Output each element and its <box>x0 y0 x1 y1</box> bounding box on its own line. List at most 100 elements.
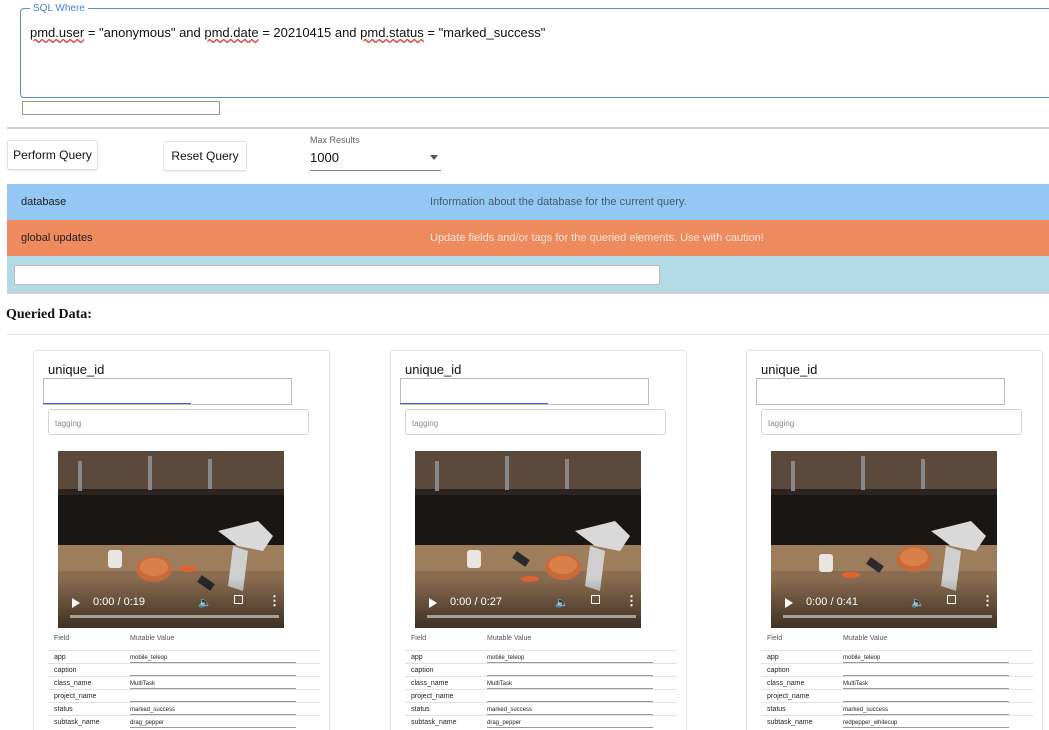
sql-where-field[interactable] <box>20 8 1049 98</box>
table-header: Field Mutable Value <box>405 635 677 650</box>
field-name: subtask_name <box>767 719 813 726</box>
video-progress-bar[interactable] <box>783 615 992 618</box>
field-value-input[interactable] <box>487 694 653 702</box>
table-row: subtask_name drag_pepper <box>405 715 677 728</box>
field-value-input[interactable] <box>130 694 296 702</box>
input-underline <box>43 403 191 404</box>
unique-id-label: unique_id <box>48 362 105 377</box>
field-value-input[interactable]: MultiTask <box>130 681 296 689</box>
video-progress-bar[interactable] <box>427 615 636 618</box>
unique-id-label: unique_id <box>405 362 462 377</box>
field-header: Field <box>411 635 427 642</box>
unique-id-input[interactable] <box>756 378 1005 405</box>
play-icon[interactable] <box>429 598 437 608</box>
tagging-input[interactable]: tagging <box>405 409 666 435</box>
secondary-input[interactable] <box>22 101 220 115</box>
more-vertical-icon[interactable]: ⋮ <box>268 593 281 609</box>
unique-id-input[interactable] <box>400 378 649 405</box>
table-row: subtask_name drag_pepper <box>48 715 320 728</box>
tagging-input[interactable]: tagging <box>48 409 309 435</box>
video-player[interactable]: 0:00 / 0:41 🔈 ⋮ <box>771 451 997 628</box>
field-name: subtask_name <box>411 719 457 726</box>
video-player[interactable]: 0:00 / 0:27 🔈 ⋮ <box>415 451 641 628</box>
volume-icon[interactable]: 🔈 <box>911 596 925 609</box>
table-row: subtask_name redpepper_whitecup <box>761 715 1033 728</box>
field-value-input[interactable]: marked_success <box>487 707 653 715</box>
mutable-value-header: Mutable Value <box>487 635 532 642</box>
sql-token: = "marked_success" <box>423 25 546 40</box>
global-updates-panel-title: global updates <box>21 232 93 244</box>
table-row: caption <box>761 663 1033 676</box>
table-row: status marked_success <box>405 702 677 715</box>
field-name: caption <box>54 667 77 674</box>
max-results-value: 1000 <box>310 150 339 165</box>
field-value-input[interactable] <box>130 668 296 676</box>
field-value-input[interactable]: mobile_teleop <box>487 655 653 663</box>
field-value-input[interactable]: MultiTask <box>487 681 653 689</box>
more-vertical-icon[interactable]: ⋮ <box>625 593 638 609</box>
field-value-input[interactable] <box>843 668 1009 676</box>
video-progress-bar[interactable] <box>70 615 279 618</box>
sql-where-legend: SQL Where <box>30 3 88 14</box>
field-value-input[interactable]: redpepper_whitecup <box>843 720 1009 728</box>
field-header: Field <box>54 635 70 642</box>
global-updates-panel-header[interactable]: global updates Update fields and/or tags… <box>7 220 1049 256</box>
fullscreen-icon[interactable] <box>234 595 243 604</box>
unique-id-input[interactable] <box>43 378 292 405</box>
pepper-object <box>179 566 197 572</box>
field-header: Field <box>767 635 783 642</box>
global-updates-panel-body <box>7 256 1049 292</box>
video-player[interactable]: 0:00 / 0:19 🔈 ⋮ <box>58 451 284 628</box>
chevron-down-icon <box>430 155 438 160</box>
reset-query-button[interactable]: Reset Query <box>163 141 247 171</box>
unique-id-label: unique_id <box>761 362 818 377</box>
video-time: 0:00 / 0:41 <box>806 596 858 608</box>
fullscreen-icon[interactable] <box>947 595 956 604</box>
global-update-input[interactable] <box>14 265 660 285</box>
max-results-select[interactable]: 1000 <box>310 148 441 171</box>
table-row: app mobile_teleop <box>405 650 677 663</box>
play-icon[interactable] <box>72 598 80 608</box>
field-name: status <box>411 706 430 713</box>
tagging-input[interactable]: tagging <box>761 409 1022 435</box>
fields-table: Field Mutable Value app mobile_teleop ca… <box>405 635 677 728</box>
database-panel-title: database <box>21 196 67 208</box>
field-value-input[interactable]: drag_pepper <box>130 720 296 728</box>
volume-icon[interactable]: 🔈 <box>555 596 569 609</box>
table-row: app mobile_teleop <box>48 650 320 663</box>
mutable-value-header: Mutable Value <box>843 635 888 642</box>
database-panel-header[interactable]: database Information about the database … <box>7 184 1049 220</box>
divider <box>7 127 1049 129</box>
cup-object <box>467 550 481 568</box>
field-value-input[interactable]: marked_success <box>843 707 1009 715</box>
field-name: app <box>411 654 423 661</box>
sql-where-text[interactable]: pmd.user = "anonymous" and pmd.date = 20… <box>30 25 545 40</box>
global-updates-panel-description: Update fields and/or tags for the querie… <box>430 232 764 244</box>
table-row: project_name <box>761 689 1033 702</box>
field-value-input[interactable]: mobile_teleop <box>130 655 296 663</box>
table-header: Field Mutable Value <box>48 635 320 650</box>
video-time: 0:00 / 0:19 <box>93 596 145 608</box>
play-icon[interactable] <box>785 598 793 608</box>
field-value-input[interactable] <box>487 668 653 676</box>
volume-icon[interactable]: 🔈 <box>198 596 212 609</box>
field-value-input[interactable]: MultiTask <box>843 681 1009 689</box>
field-value-input[interactable]: marked_success <box>130 707 296 715</box>
field-name: caption <box>411 667 434 674</box>
fields-table: Field Mutable Value app mobile_teleop ca… <box>761 635 1033 728</box>
field-name: app <box>767 654 779 661</box>
field-name: project_name <box>767 693 810 700</box>
table-header: Field Mutable Value <box>761 635 1033 650</box>
field-value-input[interactable]: drag_pepper <box>487 720 653 728</box>
field-value-input[interactable]: mobile_teleop <box>843 655 1009 663</box>
more-vertical-icon[interactable]: ⋮ <box>981 593 994 609</box>
divider <box>7 334 1049 335</box>
cup-object <box>108 550 122 568</box>
fullscreen-icon[interactable] <box>591 595 600 604</box>
field-value-input[interactable] <box>843 694 1009 702</box>
sql-token: = 20210415 and <box>258 25 361 40</box>
field-name: caption <box>767 667 790 674</box>
table-row: caption <box>405 663 677 676</box>
sql-token: = "anonymous" and <box>84 25 205 40</box>
perform-query-button[interactable]: Perform Query <box>7 140 98 170</box>
